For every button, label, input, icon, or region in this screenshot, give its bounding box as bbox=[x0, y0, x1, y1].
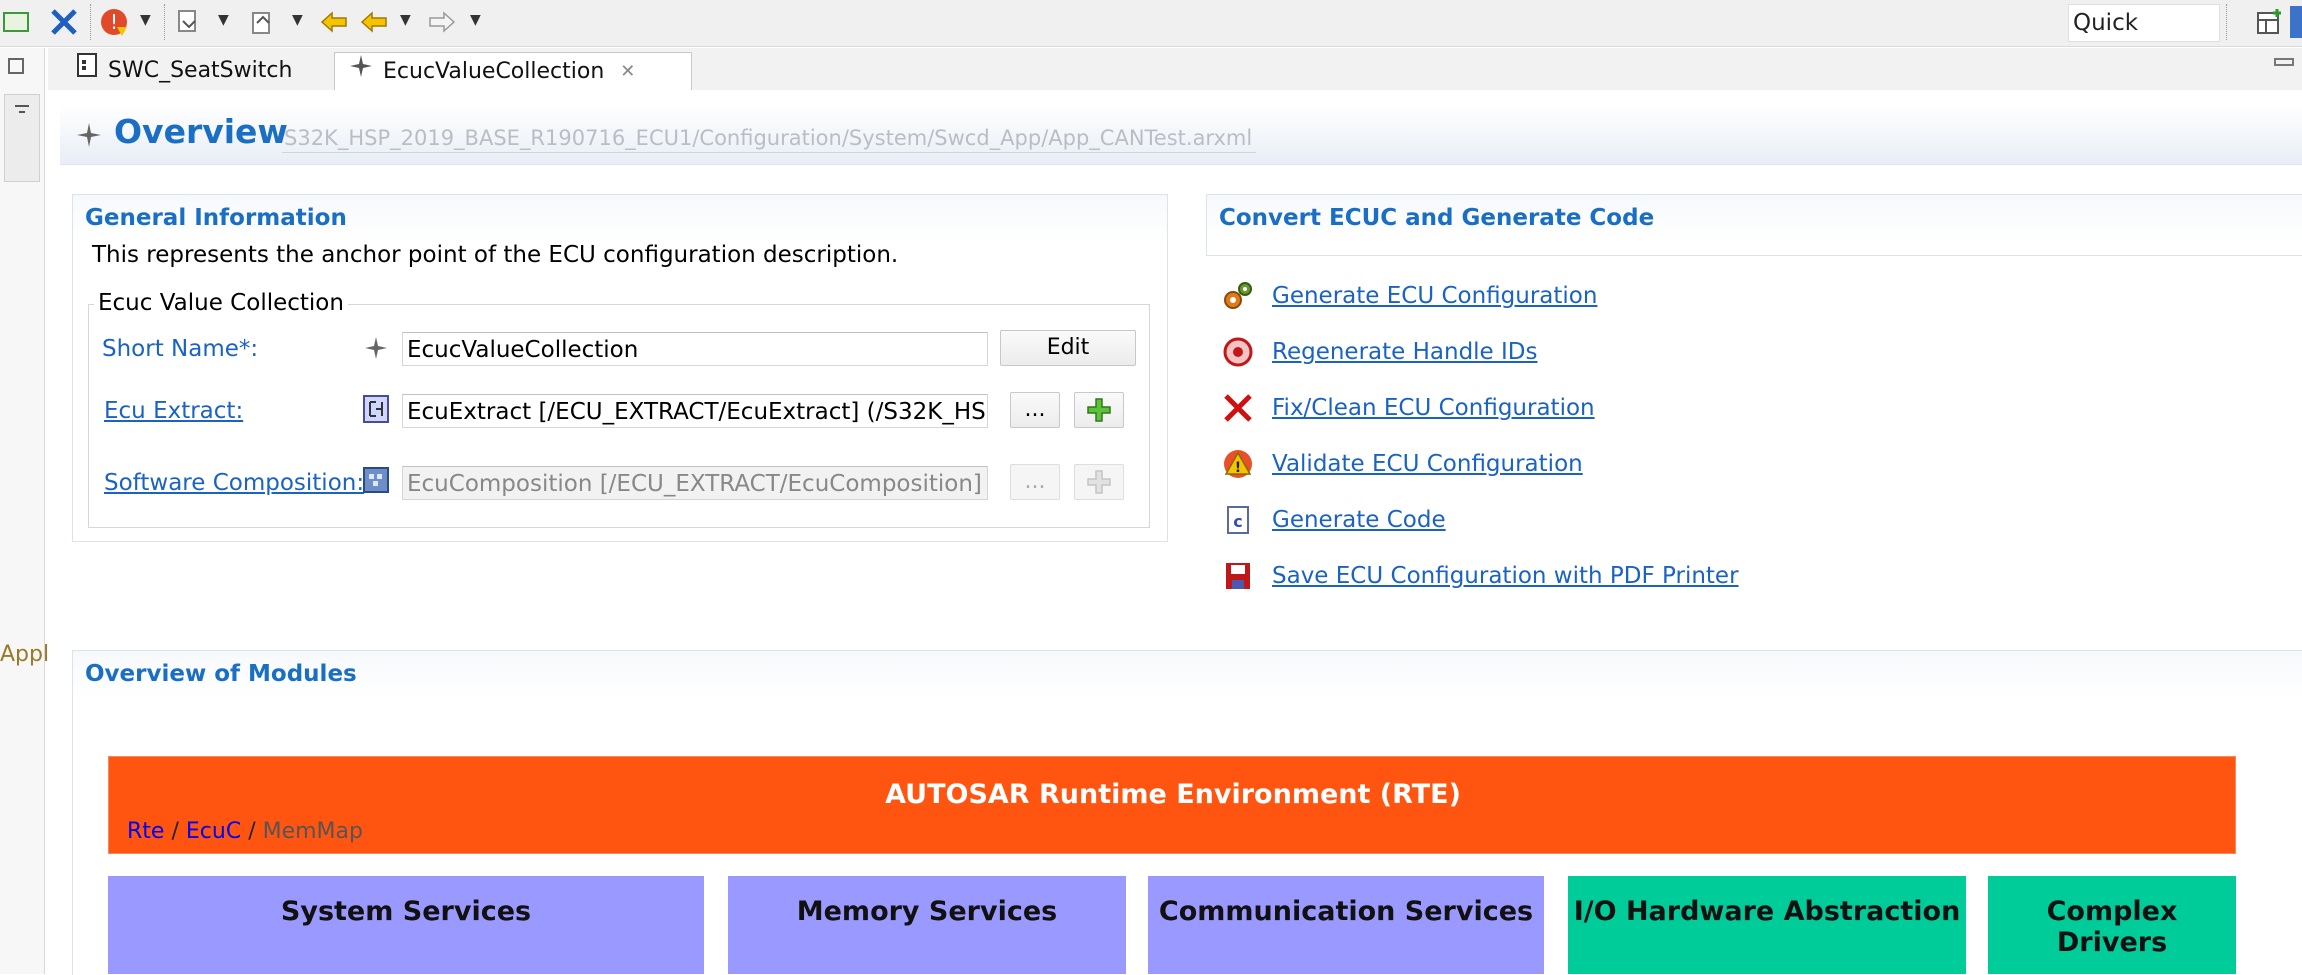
ecu-extract-add-button[interactable] bbox=[1074, 392, 1124, 428]
tab-label: SWC_SeatSwitch bbox=[108, 58, 293, 83]
action-label[interactable]: Generate Code bbox=[1272, 507, 1446, 533]
section-heading[interactable]: General Information bbox=[73, 195, 1167, 241]
open-perspective-icon[interactable] bbox=[2254, 6, 2286, 38]
regenerate-icon bbox=[1222, 336, 1254, 368]
rte-module-links: Rte / EcuC / MemMap bbox=[127, 819, 363, 844]
last-edit-location-icon[interactable] bbox=[318, 6, 350, 38]
link-separator: / bbox=[171, 819, 179, 844]
add-icon bbox=[1087, 470, 1111, 494]
tab-label: EcucValueCollection bbox=[383, 58, 605, 84]
add-icon bbox=[1087, 398, 1111, 422]
component-icon bbox=[76, 52, 98, 91]
main-toolbar: ! ▼ ▼ ▼ ▼ ▼ Quick Access bbox=[0, 0, 2302, 72]
ecu-extract-link[interactable]: Ecu Extract: bbox=[104, 398, 243, 424]
action-generate-ecu-configuration[interactable]: Generate ECU Configuration bbox=[1222, 280, 1597, 312]
ecu-extract-browse-button[interactable]: ... bbox=[1010, 392, 1060, 428]
toolbar-separator bbox=[2226, 4, 2229, 40]
restore-icon[interactable] bbox=[8, 58, 24, 74]
short-name-label: Short Name*: bbox=[102, 336, 259, 362]
module-title: Memory Services bbox=[796, 896, 1058, 927]
module-title: Communication Services bbox=[1158, 896, 1534, 927]
module-title: I/O Hardware Abstraction bbox=[1573, 896, 1961, 927]
action-label[interactable]: Regenerate Handle IDs bbox=[1272, 339, 1538, 365]
action-label[interactable]: Generate ECU Configuration bbox=[1272, 283, 1597, 309]
next-annotation-icon[interactable] bbox=[172, 6, 204, 38]
code-file-icon: c bbox=[1222, 504, 1254, 536]
section-description: This represents the anchor point of the … bbox=[92, 242, 899, 268]
rte-title: AUTOSAR Runtime Environment (RTE) bbox=[885, 779, 1461, 810]
software-composition-field: EcuComposition [/ECU_EXTRACT/EcuComposit… bbox=[402, 466, 988, 500]
truncated-view-label: Appl bbox=[0, 642, 50, 667]
svg-text:c: c bbox=[1233, 512, 1242, 531]
validate-warning-icon[interactable]: ! bbox=[98, 6, 130, 38]
quick-access-field[interactable]: Quick Access bbox=[2068, 4, 2220, 72]
toolbar-separator bbox=[164, 4, 167, 40]
software-composition-link[interactable]: Software Composition: bbox=[104, 470, 364, 496]
edit-button[interactable]: Edit bbox=[1000, 330, 1136, 366]
action-save-ecu-configuration-pdf[interactable]: Save ECU Configuration with PDF Printer bbox=[1222, 560, 1739, 592]
new-window-icon[interactable] bbox=[0, 6, 32, 38]
link-separator: / bbox=[248, 819, 256, 844]
close-tab-icon[interactable]: ✕ bbox=[620, 53, 635, 91]
communication-services-module: Communication Services bbox=[1148, 876, 1544, 974]
section-heading[interactable]: Convert ECUC and Generate Code bbox=[1207, 195, 2302, 241]
action-fix-clean-ecu-configuration[interactable]: Fix/Clean ECU Configuration bbox=[1222, 392, 1595, 424]
module-title: Complex Drivers bbox=[2046, 896, 2178, 958]
validate-dropdown-icon[interactable]: ▼ bbox=[140, 12, 151, 28]
previous-annotation-icon[interactable] bbox=[246, 6, 278, 38]
gears-icon bbox=[1222, 280, 1254, 312]
forward-dropdown-icon[interactable]: ▼ bbox=[470, 12, 481, 28]
convert-ecuc-section: Convert ECUC and Generate Code bbox=[1206, 194, 2302, 256]
svg-text:!: ! bbox=[110, 10, 118, 34]
system-services-module: System Services bbox=[108, 876, 704, 974]
ecu-extract-icon bbox=[362, 394, 390, 428]
memory-services-module: Memory Services bbox=[728, 876, 1126, 974]
next-annotation-dropdown-icon[interactable]: ▼ bbox=[218, 12, 229, 28]
action-label[interactable]: Save ECU Configuration with PDF Printer bbox=[1272, 563, 1739, 589]
group-title: Ecuc Value Collection bbox=[94, 290, 348, 316]
minimize-editor-icon[interactable] bbox=[2274, 58, 2294, 66]
module-title: System Services bbox=[280, 896, 532, 927]
toolbar-separator bbox=[90, 4, 93, 40]
action-regenerate-handle-ids[interactable]: Regenerate Handle IDs bbox=[1222, 336, 1538, 368]
overview-star-icon bbox=[76, 122, 102, 152]
short-name-input[interactable]: EcucValueCollection bbox=[402, 332, 988, 366]
left-view-strip: Appl bbox=[0, 48, 49, 974]
svg-text:!: ! bbox=[1235, 460, 1241, 476]
tab-swc-seatswitch[interactable]: SWC_SeatSwitch bbox=[62, 52, 376, 90]
tools-icon bbox=[1222, 392, 1254, 424]
resource-path: S32K_HSP_2019_BASE_R190716_ECU1/Configur… bbox=[282, 126, 1257, 153]
action-validate-ecu-configuration[interactable]: ! Validate ECU Configuration bbox=[1222, 448, 1583, 480]
short-name-icon bbox=[364, 336, 388, 364]
view-menu-icon-detail bbox=[19, 111, 25, 113]
rte-link[interactable]: Rte bbox=[127, 819, 164, 844]
software-composition-icon bbox=[362, 466, 390, 498]
ecu-extract-field[interactable]: EcuExtract [/ECU_EXTRACT/EcuExtract] (/S… bbox=[402, 394, 988, 428]
memmap-link[interactable]: MemMap bbox=[263, 819, 363, 844]
view-menu-icon bbox=[15, 105, 29, 107]
io-hardware-abstraction-module: I/O Hardware Abstraction bbox=[1568, 876, 1966, 974]
software-composition-add-button bbox=[1074, 464, 1124, 500]
back-arrow-icon[interactable] bbox=[358, 6, 390, 38]
minimized-view-bar[interactable] bbox=[4, 94, 40, 182]
ecuc-link[interactable]: EcuC bbox=[186, 819, 241, 844]
complex-drivers-module: Complex Drivers bbox=[1988, 876, 2236, 974]
software-composition-browse-button: ... bbox=[1010, 464, 1060, 500]
previous-annotation-dropdown-icon[interactable]: ▼ bbox=[292, 12, 303, 28]
perspective-icon[interactable] bbox=[2290, 6, 2302, 38]
action-generate-code[interactable]: c Generate Code bbox=[1222, 504, 1446, 536]
tools-icon[interactable] bbox=[48, 6, 80, 38]
rte-module-box: AUTOSAR Runtime Environment (RTE) Rte / … bbox=[108, 756, 2236, 854]
action-label[interactable]: Validate ECU Configuration bbox=[1272, 451, 1583, 477]
page-title: Overview bbox=[114, 112, 288, 151]
tab-ecucvaluecollection[interactable]: EcucValueCollection ✕ bbox=[334, 52, 692, 90]
ecuc-star-icon bbox=[349, 53, 373, 91]
pdf-save-icon bbox=[1222, 560, 1254, 592]
back-dropdown-icon[interactable]: ▼ bbox=[400, 12, 411, 28]
editor-tab-bar: SWC_SeatSwitch EcucValueCollection ✕ bbox=[48, 48, 2302, 91]
section-heading[interactable]: Overview of Modules bbox=[73, 651, 2302, 697]
forward-arrow-icon[interactable] bbox=[426, 6, 458, 38]
warning-icon: ! bbox=[1222, 448, 1254, 480]
action-label[interactable]: Fix/Clean ECU Configuration bbox=[1272, 395, 1595, 421]
